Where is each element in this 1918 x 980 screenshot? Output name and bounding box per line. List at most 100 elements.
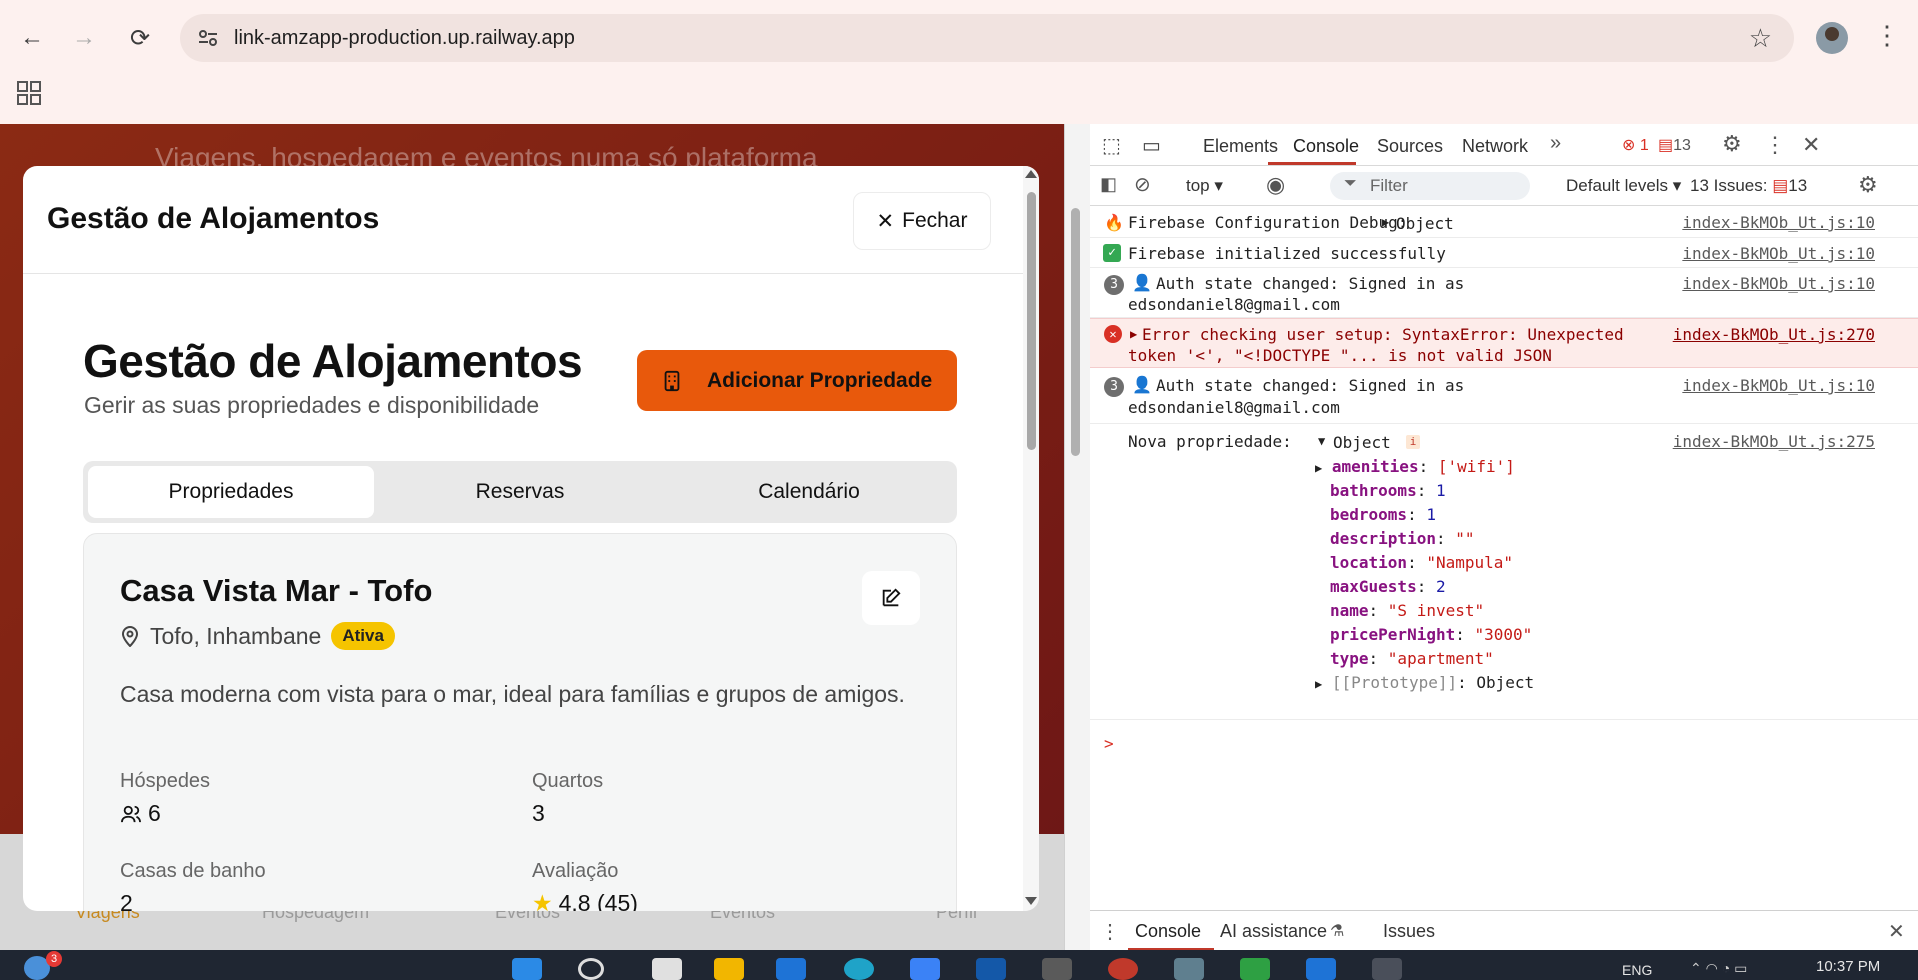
scroll-down-icon[interactable]: [1025, 897, 1037, 905]
start-icon[interactable]: [512, 958, 542, 980]
source-link[interactable]: index-BkMOb_Ut.js:10: [1682, 244, 1875, 263]
expand-arrow-icon[interactable]: ▶: [1315, 461, 1322, 475]
tab-network[interactable]: Network: [1462, 136, 1528, 157]
log-object[interactable]: Object: [1333, 433, 1391, 452]
check-icon: ✓: [1103, 244, 1121, 262]
app-icon[interactable]: [976, 958, 1006, 980]
section-title: Gestão de Alojamentos: [83, 335, 583, 387]
close-button[interactable]: ✕ Fechar: [853, 192, 991, 250]
issues-button[interactable]: 13 Issues: ▤13: [1690, 176, 1807, 196]
apps-grid-icon[interactable]: [16, 80, 42, 106]
modal-scrollbar[interactable]: [1023, 166, 1039, 911]
profile-avatar[interactable]: [1816, 22, 1848, 54]
site-settings-icon[interactable]: [196, 26, 220, 50]
tray-icons[interactable]: ⌃ ◠ ◔ ▭: [1690, 960, 1747, 977]
close-drawer-icon[interactable]: ✕: [1888, 919, 1905, 944]
devtools-page-scrollbar[interactable]: [1065, 124, 1090, 950]
console-message[interactable]: Nova propriedade: ▼ Object i index-BkMOb…: [1090, 424, 1918, 720]
chrome-icon[interactable]: [1372, 958, 1402, 980]
filter-input[interactable]: Filter: [1330, 172, 1530, 200]
reload-icon[interactable]: ⟳: [122, 20, 158, 56]
devtools-menu-icon[interactable]: ⋮: [1764, 132, 1786, 158]
inspect-element-icon[interactable]: ⬚: [1102, 133, 1121, 158]
log-object[interactable]: Object: [1396, 214, 1454, 233]
edge-icon[interactable]: [844, 958, 874, 980]
source-link[interactable]: index-BkMOb_Ut.js:10: [1682, 213, 1875, 232]
language-indicator[interactable]: ENG: [1622, 962, 1652, 978]
section-subtitle: Gerir as suas propriedades e disponibili…: [84, 392, 540, 418]
scroll-thumb[interactable]: [1027, 192, 1036, 450]
source-link[interactable]: index-BkMOb_Ut.js:270: [1673, 325, 1875, 344]
expand-arrow-icon[interactable]: ▶: [1315, 677, 1322, 691]
clock[interactable]: 10:37 PM: [1816, 958, 1880, 975]
source-link[interactable]: index-BkMOb_Ut.js:10: [1682, 274, 1875, 293]
drawer-menu-icon[interactable]: ⋮: [1100, 919, 1120, 944]
expand-arrow-icon[interactable]: ▶: [1130, 327, 1137, 341]
tab-elements[interactable]: Elements: [1203, 136, 1278, 157]
collapse-arrow-icon[interactable]: ▼: [1318, 434, 1325, 448]
tab-propriedades[interactable]: Propriedades: [88, 466, 374, 518]
error-count[interactable]: ⊗ 1: [1622, 135, 1649, 155]
object-property[interactable]: ▶ amenities: ['wifi']: [1315, 457, 1515, 476]
app-icon[interactable]: [1174, 958, 1204, 980]
app-icon[interactable]: [1240, 958, 1270, 980]
live-expression-eye-icon[interactable]: ◉: [1266, 172, 1285, 198]
console-error-message[interactable]: ✕ ▶ Error checking user setup: SyntaxErr…: [1090, 318, 1918, 368]
drawer-tab-ai-assistance[interactable]: AI assistance: [1220, 921, 1327, 942]
console-message[interactable]: 3 👤 Auth state changed: Signed in as eds…: [1090, 268, 1918, 318]
property-value: ['wifi']: [1437, 457, 1515, 476]
edit-button[interactable]: [862, 571, 920, 625]
object-property: maxGuests: 2: [1330, 577, 1446, 596]
info-icon[interactable]: i: [1406, 435, 1420, 449]
log-levels-dropdown[interactable]: Default levels ▾: [1566, 176, 1681, 196]
log-text-continued: edsondaniel8@gmail.com: [1128, 398, 1340, 417]
log-text: Auth state changed: Signed in as: [1156, 274, 1465, 293]
address-bar[interactable]: link-amzapp-production.up.railway.app ☆: [180, 14, 1794, 62]
app-icon[interactable]: [1108, 958, 1138, 980]
scroll-up-icon[interactable]: [1025, 170, 1037, 178]
property-value: "3000": [1474, 625, 1533, 644]
source-link[interactable]: index-BkMOb_Ut.js:10: [1682, 376, 1875, 395]
expand-arrow-icon[interactable]: ▶: [1382, 215, 1389, 229]
tab-calendario[interactable]: Calendário: [666, 466, 952, 518]
drawer-tab-console[interactable]: Console: [1135, 921, 1201, 942]
console-message[interactable]: ✓ Firebase initialized successfully inde…: [1090, 238, 1918, 268]
store-icon[interactable]: [910, 958, 940, 980]
property-value: 1: [1426, 505, 1436, 524]
context-selector[interactable]: top ▾: [1186, 176, 1223, 196]
bookmark-star-icon[interactable]: ☆: [1749, 23, 1772, 54]
source-link[interactable]: index-BkMOb_Ut.js:275: [1673, 432, 1875, 451]
scroll-thumb[interactable]: [1071, 208, 1080, 456]
back-icon[interactable]: ←: [14, 20, 50, 56]
url-text[interactable]: link-amzapp-production.up.railway.app: [234, 27, 575, 50]
drawer-tab-issues[interactable]: Issues: [1383, 921, 1435, 942]
forward-icon[interactable]: →: [66, 20, 102, 56]
file-explorer-icon[interactable]: [714, 958, 744, 980]
clear-console-icon[interactable]: ⊘: [1134, 172, 1151, 197]
console-prompt[interactable]: >: [1104, 734, 1114, 753]
task-view-icon[interactable]: [652, 958, 682, 980]
search-icon[interactable]: [578, 958, 604, 980]
console-message[interactable]: 3 👤 Auth state changed: Signed in as eds…: [1090, 368, 1918, 424]
close-devtools-icon[interactable]: ✕: [1802, 132, 1820, 158]
issue-count[interactable]: ▤13: [1658, 135, 1691, 155]
device-toolbar-icon[interactable]: ▭: [1142, 133, 1161, 158]
issues-label: 13 Issues:: [1690, 176, 1768, 195]
sidebar-toggle-icon[interactable]: ◧: [1100, 174, 1117, 195]
devtools-drawer-bar: ⋮ Console AI assistance ⚗ Issues ✕: [1090, 910, 1918, 951]
console-message[interactable]: 🔥 Firebase Configuration Debug: ▶ Object…: [1090, 206, 1918, 238]
settings-gear-icon[interactable]: ⚙: [1722, 131, 1742, 157]
tab-sources[interactable]: Sources: [1377, 136, 1443, 157]
app-icon[interactable]: [1042, 958, 1072, 980]
tab-console[interactable]: Console: [1293, 136, 1359, 157]
add-property-button[interactable]: Adicionar Propriedade: [637, 350, 957, 411]
tab-reservas[interactable]: Reservas: [377, 466, 663, 518]
property-key: pricePerNight: [1330, 625, 1456, 644]
mail-icon[interactable]: [776, 958, 806, 980]
levels-label: Default levels: [1566, 176, 1669, 195]
object-property[interactable]: ▶ [[Prototype]]: Object: [1315, 673, 1534, 692]
app-icon[interactable]: [1306, 958, 1336, 980]
console-settings-icon[interactable]: ⚙: [1858, 172, 1878, 198]
more-tabs-icon[interactable]: »: [1550, 132, 1561, 155]
browser-menu-icon[interactable]: ⋮: [1874, 20, 1900, 51]
